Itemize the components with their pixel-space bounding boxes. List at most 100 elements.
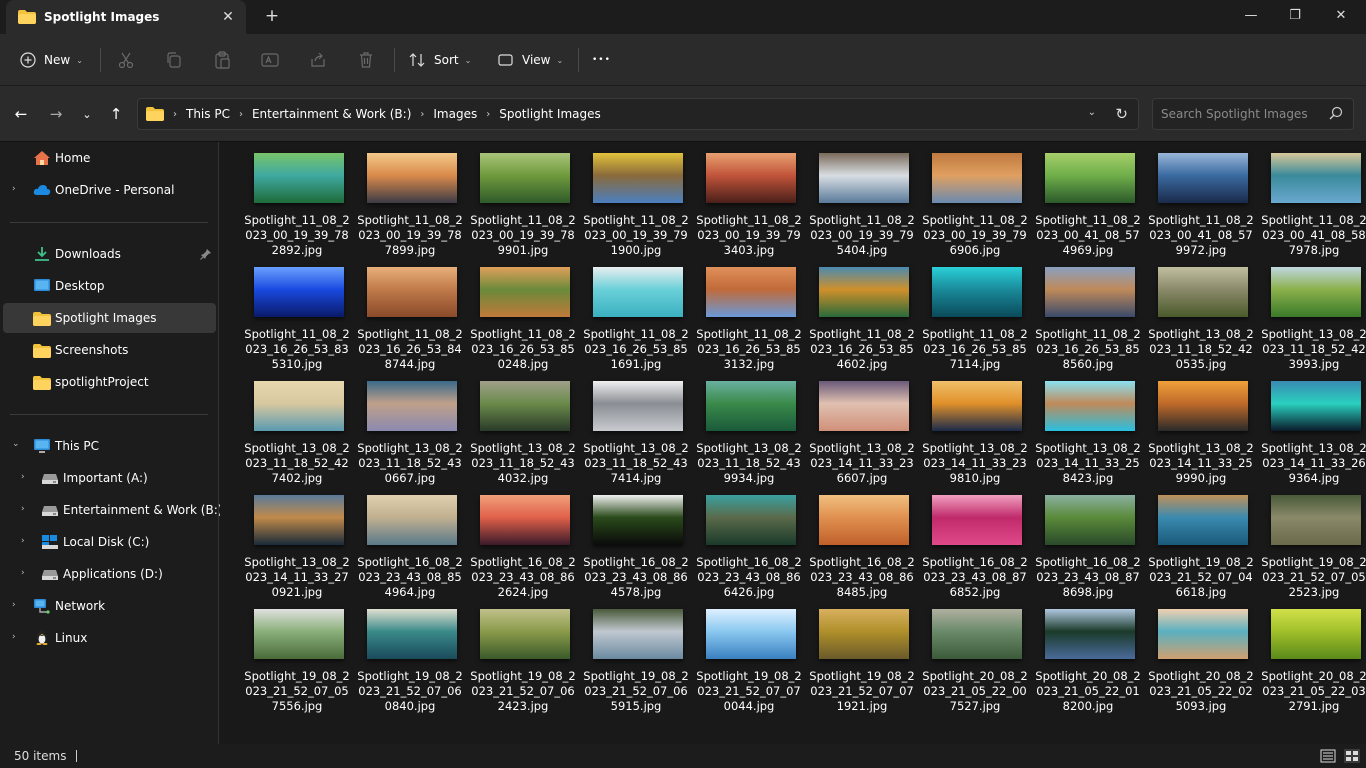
image-thumbnail[interactable] — [706, 495, 796, 545]
file-tile[interactable]: Spotlight_11_08_2023_16_26_53_858560.jpg — [1033, 257, 1143, 371]
image-thumbnail[interactable] — [593, 495, 683, 545]
file-tile[interactable]: Spotlight_13_08_2023_11_18_52_420535.jpg — [1146, 257, 1256, 371]
sidebar-item-desktop[interactable]: Desktop — [3, 271, 216, 301]
file-tile[interactable]: Spotlight_16_08_2023_23_43_08_868485.jpg — [807, 485, 917, 599]
file-tile[interactable]: Spotlight_16_08_2023_23_43_08_862624.jpg — [468, 485, 578, 599]
image-thumbnail[interactable] — [1271, 153, 1361, 203]
breadcrumb-separator-icon[interactable]: › — [239, 109, 243, 120]
sidebar-item-drive-c[interactable]: › Local Disk (C:) — [3, 527, 216, 557]
expand-chevron-icon[interactable]: › — [12, 600, 16, 610]
file-tile[interactable]: Spotlight_19_08_2023_21_52_07_062423.jpg — [468, 599, 578, 713]
file-tile[interactable]: Spotlight_11_08_2023_00_19_39_796906.jpg — [920, 143, 1030, 257]
file-tile[interactable]: Spotlight_16_08_2023_23_43_08_876852.jpg — [920, 485, 1030, 599]
file-tile[interactable]: Spotlight_19_08_2023_21_52_07_065915.jpg — [581, 599, 691, 713]
image-thumbnail[interactable] — [254, 609, 344, 659]
file-tile[interactable]: Spotlight_11_08_2023_00_19_39_793403.jpg — [694, 143, 804, 257]
image-thumbnail[interactable] — [706, 381, 796, 431]
close-window-button[interactable]: ✕ — [1318, 0, 1364, 30]
image-thumbnail[interactable] — [1271, 609, 1361, 659]
pin-icon[interactable] — [200, 248, 212, 260]
image-thumbnail[interactable] — [480, 153, 570, 203]
image-thumbnail[interactable] — [254, 381, 344, 431]
breadcrumb-separator-icon[interactable]: › — [420, 109, 424, 120]
expand-chevron-icon[interactable]: › — [21, 536, 25, 546]
image-thumbnail[interactable] — [932, 609, 1022, 659]
minimize-button[interactable]: — — [1228, 0, 1274, 30]
file-tile[interactable]: Spotlight_11_08_2023_16_26_53_854602.jpg — [807, 257, 917, 371]
image-thumbnail[interactable] — [1271, 495, 1361, 545]
sidebar-item-drive-d[interactable]: › Applications (D:) — [3, 559, 216, 589]
address-bar[interactable]: › This PC › Entertainment & Work (B:) › … — [137, 98, 1139, 130]
refresh-icon[interactable]: ↻ — [1115, 105, 1128, 123]
expand-chevron-icon[interactable]: › — [21, 472, 25, 482]
forward-arrow-icon[interactable]: → — [45, 105, 67, 123]
sidebar-item-screenshots[interactable]: Screenshots — [3, 335, 216, 365]
file-tile[interactable]: Spotlight_11_08_2023_00_19_39_795404.jpg — [807, 143, 917, 257]
image-thumbnail[interactable] — [1158, 609, 1248, 659]
file-tile[interactable]: Spotlight_13_08_2023_11_18_52_434032.jpg — [468, 371, 578, 485]
image-thumbnail[interactable] — [1045, 153, 1135, 203]
image-thumbnail[interactable] — [819, 495, 909, 545]
file-tile[interactable]: Spotlight_13_08_2023_14_11_33_269364.jpg — [1259, 371, 1366, 485]
image-thumbnail[interactable] — [1045, 381, 1135, 431]
image-thumbnail[interactable] — [480, 267, 570, 317]
file-tile[interactable]: Spotlight_20_08_2023_21_05_22_025093.jpg — [1146, 599, 1256, 713]
maximize-button[interactable]: ❐ — [1272, 0, 1318, 30]
tab-spotlight-images[interactable]: Spotlight Images ✕ — [6, 0, 246, 34]
sidebar-item-drive-b[interactable]: › Entertainment & Work (B:) — [3, 495, 222, 525]
image-thumbnail[interactable] — [593, 381, 683, 431]
image-thumbnail[interactable] — [367, 267, 457, 317]
image-thumbnail[interactable] — [932, 495, 1022, 545]
file-tile[interactable]: Spotlight_11_08_2023_00_19_39_789901.jpg — [468, 143, 578, 257]
image-thumbnail[interactable] — [1045, 267, 1135, 317]
image-thumbnail[interactable] — [1045, 495, 1135, 545]
back-arrow-icon[interactable]: ← — [10, 105, 32, 123]
recent-locations-icon[interactable]: ⌄ — [76, 105, 98, 123]
image-thumbnail[interactable] — [1158, 153, 1248, 203]
file-tile[interactable]: Spotlight_16_08_2023_23_43_08_878698.jpg — [1033, 485, 1143, 599]
sidebar-item-this-pc[interactable]: ⌄ This PC — [3, 431, 216, 461]
file-tile[interactable]: Spotlight_11_08_2023_16_26_53_857114.jpg — [920, 257, 1030, 371]
file-tile[interactable]: Spotlight_20_08_2023_21_05_22_007527.jpg — [920, 599, 1030, 713]
image-thumbnail[interactable] — [819, 381, 909, 431]
new-button[interactable]: New ⌄ — [20, 46, 83, 74]
breadcrumb-this-pc[interactable]: This PC — [186, 107, 230, 121]
image-thumbnail[interactable] — [932, 267, 1022, 317]
file-tile[interactable]: Spotlight_11_08_2023_16_26_53_851691.jpg — [581, 257, 691, 371]
file-tile[interactable]: Spotlight_19_08_2023_21_52_07_046618.jpg — [1146, 485, 1256, 599]
expand-chevron-icon[interactable]: › — [21, 568, 25, 578]
file-tile[interactable]: Spotlight_19_08_2023_21_52_07_060840.jpg — [355, 599, 465, 713]
breadcrumb-images[interactable]: Images — [433, 107, 477, 121]
file-tile[interactable]: Spotlight_13_08_2023_11_18_52_423993.jpg — [1259, 257, 1366, 371]
file-tile[interactable]: Spotlight_19_08_2023_21_52_07_070044.jpg — [694, 599, 804, 713]
view-button[interactable]: View ⌄ — [498, 46, 563, 74]
expand-chevron-icon[interactable]: › — [21, 504, 25, 514]
large-icons-view-icon[interactable] — [1344, 749, 1360, 763]
breadcrumb-separator-icon[interactable]: › — [173, 109, 177, 120]
image-thumbnail[interactable] — [254, 495, 344, 545]
image-thumbnail[interactable] — [706, 267, 796, 317]
sidebar-item-downloads[interactable]: Downloads — [3, 239, 216, 269]
file-tile[interactable]: Spotlight_13_08_2023_11_18_52_427402.jpg — [242, 371, 352, 485]
file-tile[interactable]: Spotlight_11_08_2023_00_19_39_787899.jpg — [355, 143, 465, 257]
sidebar-item-onedrive[interactable]: › OneDrive - Personal — [3, 175, 216, 205]
sidebar-item-drive-a[interactable]: › Important (A:) — [3, 463, 216, 493]
paste-icon[interactable] — [212, 50, 232, 70]
file-tile[interactable]: Spotlight_13_08_2023_11_18_52_439934.jpg — [694, 371, 804, 485]
file-tile[interactable]: Spotlight_19_08_2023_21_52_07_071921.jpg — [807, 599, 917, 713]
image-thumbnail[interactable] — [480, 495, 570, 545]
image-thumbnail[interactable] — [480, 609, 570, 659]
breadcrumb-separator-icon[interactable]: › — [486, 109, 490, 120]
image-thumbnail[interactable] — [1271, 381, 1361, 431]
file-tile[interactable]: Spotlight_13_08_2023_11_18_52_437414.jpg — [581, 371, 691, 485]
image-thumbnail[interactable] — [932, 381, 1022, 431]
address-history-dropdown-icon[interactable]: ⌄ — [1088, 107, 1096, 118]
image-thumbnail[interactable] — [367, 495, 457, 545]
expand-chevron-icon[interactable]: › — [12, 184, 16, 194]
file-tile[interactable]: Spotlight_13_08_2023_14_11_33_259990.jpg — [1146, 371, 1256, 485]
image-thumbnail[interactable] — [593, 267, 683, 317]
image-thumbnail[interactable] — [1045, 609, 1135, 659]
details-view-icon[interactable] — [1320, 749, 1336, 763]
file-tile[interactable]: Spotlight_11_08_2023_00_41_08_587978.jpg — [1259, 143, 1366, 257]
file-tile[interactable]: Spotlight_13_08_2023_14_11_33_236607.jpg — [807, 371, 917, 485]
